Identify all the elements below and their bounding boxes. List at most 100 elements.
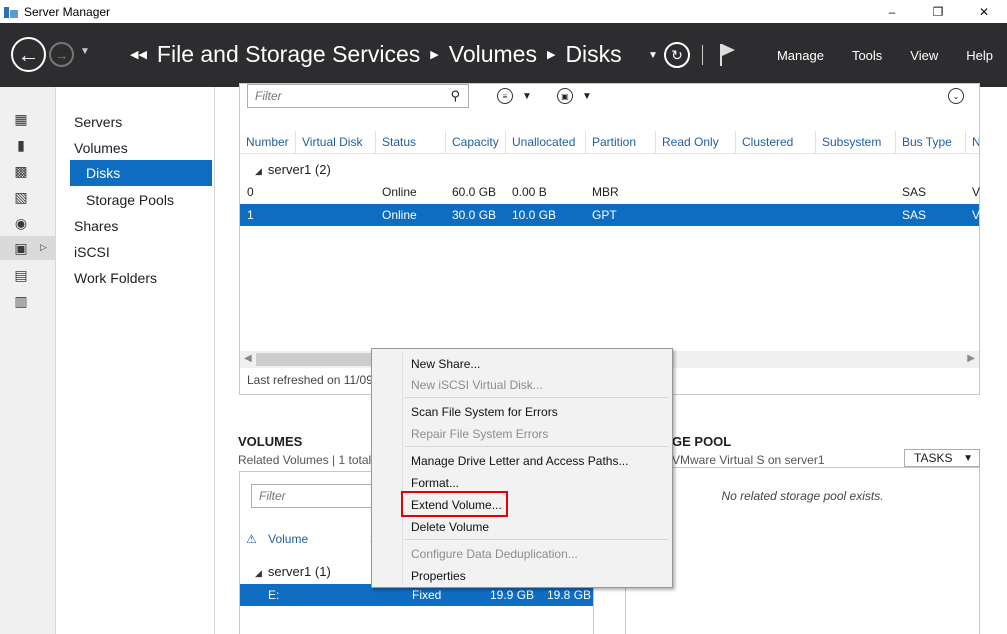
col-status[interactable]: Status: [376, 131, 446, 153]
tasks-button[interactable]: TASKS ▼: [904, 449, 980, 467]
menu-item-scan-file-system[interactable]: Scan File System for Errors: [411, 405, 558, 419]
volumes-section-subtitle: Related Volumes | 1 total: [238, 453, 372, 467]
col-number[interactable]: Number: [240, 131, 296, 153]
role-services-icon[interactable]: ◉: [13, 215, 29, 231]
back-arrow-icon[interactable]: ←: [11, 37, 46, 72]
menu-item-manage-drive-letter[interactable]: Manage Drive Letter and Access Paths...: [411, 454, 628, 468]
history-dropdown-icon[interactable]: ▼: [80, 46, 90, 57]
menu-item-new-iscsi-virtual-disk: New iSCSI Virtual Disk...: [411, 378, 543, 392]
disks-group-header[interactable]: ◢ server1 (2): [255, 162, 331, 177]
all-servers-icon[interactable]: ▩: [13, 163, 29, 179]
collapse-chevron-icon[interactable]: ⌄: [948, 88, 964, 104]
context-menu-gutter: [402, 351, 403, 585]
nav-item-volumes[interactable]: Volumes: [74, 135, 128, 161]
col-subsystem[interactable]: Subsystem: [816, 131, 896, 153]
save-query-dropdown-icon[interactable]: ▼: [582, 91, 592, 102]
col-partition[interactable]: Partition: [586, 131, 656, 153]
list-options-icon[interactable]: ≡: [497, 88, 513, 104]
iis-icon[interactable]: ▤: [13, 267, 29, 283]
col-capacity[interactable]: Capacity: [446, 131, 506, 153]
storage-pool-section-subtitle: VMware Virtual S on server1: [672, 453, 825, 467]
nav-item-iscsi[interactable]: iSCSI: [74, 239, 110, 265]
scroll-left-icon[interactable]: ◀: [244, 353, 252, 364]
app-header: ← → ▼ ◀◀ File and Storage Services ▶ Vol…: [0, 23, 1007, 87]
menu-manage[interactable]: Manage: [763, 48, 838, 63]
col-virtual-disk[interactable]: Virtual Disk: [296, 131, 376, 153]
context-menu: New Share... New iSCSI Virtual Disk... S…: [371, 348, 673, 588]
menu-item-delete-volume[interactable]: Delete Volume: [411, 520, 489, 534]
refresh-icon[interactable]: ↻: [663, 42, 690, 68]
nav-item-shares[interactable]: Shares: [74, 213, 118, 239]
collapse-triangle-icon[interactable]: ◢: [255, 568, 262, 578]
breadcrumb-disks[interactable]: Disks: [565, 41, 621, 68]
breadcrumb-lead-icon[interactable]: ◀◀: [130, 48, 147, 61]
save-query-icon[interactable]: ▣: [557, 88, 573, 104]
col-read-only[interactable]: Read Only: [656, 131, 736, 153]
list-options-dropdown-icon[interactable]: ▼: [522, 91, 532, 102]
cell-capacity: 19.9 GB: [490, 588, 535, 602]
storage-pool-section-title: GE POOL: [672, 434, 732, 449]
menu-item-new-share[interactable]: New Share...: [411, 357, 480, 371]
menu-view[interactable]: View: [896, 48, 952, 63]
header-divider: [701, 45, 703, 65]
storage-pool-tile: No related storage pool exists.: [625, 467, 980, 634]
menu-help[interactable]: Help: [952, 48, 1007, 63]
close-button[interactable]: ✕: [961, 0, 1007, 23]
forward-arrow-icon[interactable]: →: [49, 42, 74, 67]
nav-item-servers[interactable]: Servers: [74, 109, 122, 135]
expand-arrow-icon[interactable]: ▷: [40, 242, 47, 253]
servers-group-icon[interactable]: ▧: [13, 189, 29, 205]
table-row[interactable]: 0 Online 60.0 GB 0.00 B MBR SAS V: [240, 181, 981, 203]
breadcrumb-separator-icon: ▶: [546, 49, 556, 61]
cell-status: Online: [382, 208, 417, 222]
menu-separator: [405, 446, 668, 447]
col-clustered[interactable]: Clustered: [736, 131, 816, 153]
column-header-divider: [240, 153, 979, 154]
cell-partition: MBR: [592, 185, 619, 199]
refresh-dropdown-icon[interactable]: ▼: [648, 50, 658, 61]
table-row-selected[interactable]: 1 Online 30.0 GB 10.0 GB GPT SAS V: [240, 204, 980, 226]
cell-bus-type: SAS: [902, 208, 927, 222]
cell-unallocated: 10.0 GB: [512, 208, 557, 222]
breadcrumb-volumes[interactable]: Volumes: [449, 41, 537, 68]
notifications-flag-icon[interactable]: [719, 44, 737, 66]
dashboard-icon[interactable]: ▦: [13, 111, 29, 127]
nav-panel: Servers Volumes Disks Storage Pools Shar…: [56, 87, 215, 634]
col-volume[interactable]: Volume: [268, 532, 308, 546]
search-icon[interactable]: ⚲: [450, 88, 460, 104]
cell-status: Online: [382, 185, 417, 199]
minimize-button[interactable]: –: [869, 0, 915, 23]
col-n[interactable]: N: [966, 131, 979, 153]
last-refreshed-text: Last refreshed on 11/09: [247, 373, 373, 387]
local-server-icon[interactable]: ▮: [13, 137, 29, 153]
collapse-triangle-icon[interactable]: ◢: [255, 166, 262, 176]
tasks-label: TASKS: [914, 451, 953, 465]
nav-item-storage-pools[interactable]: Storage Pools: [86, 187, 174, 213]
window-title: Server Manager: [24, 4, 111, 19]
disks-filter-input[interactable]: [248, 85, 468, 107]
nav-item-disks[interactable]: Disks: [70, 160, 212, 186]
no-storage-pool-message: No related storage pool exists.: [721, 489, 884, 503]
volumes-group-label: server1 (1): [267, 564, 331, 579]
warning-icon: ⚠: [246, 532, 257, 546]
icon-rail: ▦ ▮ ▩ ▧ ◉ ▣ ▷ ▤ ▥: [0, 87, 56, 634]
breadcrumb-file-storage[interactable]: File and Storage Services: [157, 41, 420, 68]
nav-item-work-folders[interactable]: Work Folders: [74, 265, 157, 291]
file-storage-icon[interactable]: ▣: [13, 240, 29, 256]
maximize-button[interactable]: ❐: [915, 0, 961, 23]
col-unallocated[interactable]: Unallocated: [506, 131, 586, 153]
scroll-right-icon[interactable]: ▶: [967, 353, 975, 364]
volumes-header-row: ⚠ Volume S: [246, 532, 378, 546]
volumes-group-header[interactable]: ◢ server1 (1): [255, 564, 331, 579]
col-bus-type[interactable]: Bus Type: [896, 131, 966, 153]
menu-item-properties[interactable]: Properties: [411, 569, 466, 583]
cell-n: V: [972, 185, 981, 199]
menu-tools[interactable]: Tools: [838, 48, 896, 63]
server-manager-app-icon: [4, 6, 18, 18]
cell-bus-type: SAS: [902, 185, 927, 199]
cell-partition: GPT: [592, 208, 617, 222]
cell-type: Fixed: [412, 588, 442, 602]
menu-item-format[interactable]: Format...: [411, 476, 459, 490]
disks-group-label: server1 (2): [267, 162, 331, 177]
remote-access-icon[interactable]: ▥: [13, 293, 29, 309]
